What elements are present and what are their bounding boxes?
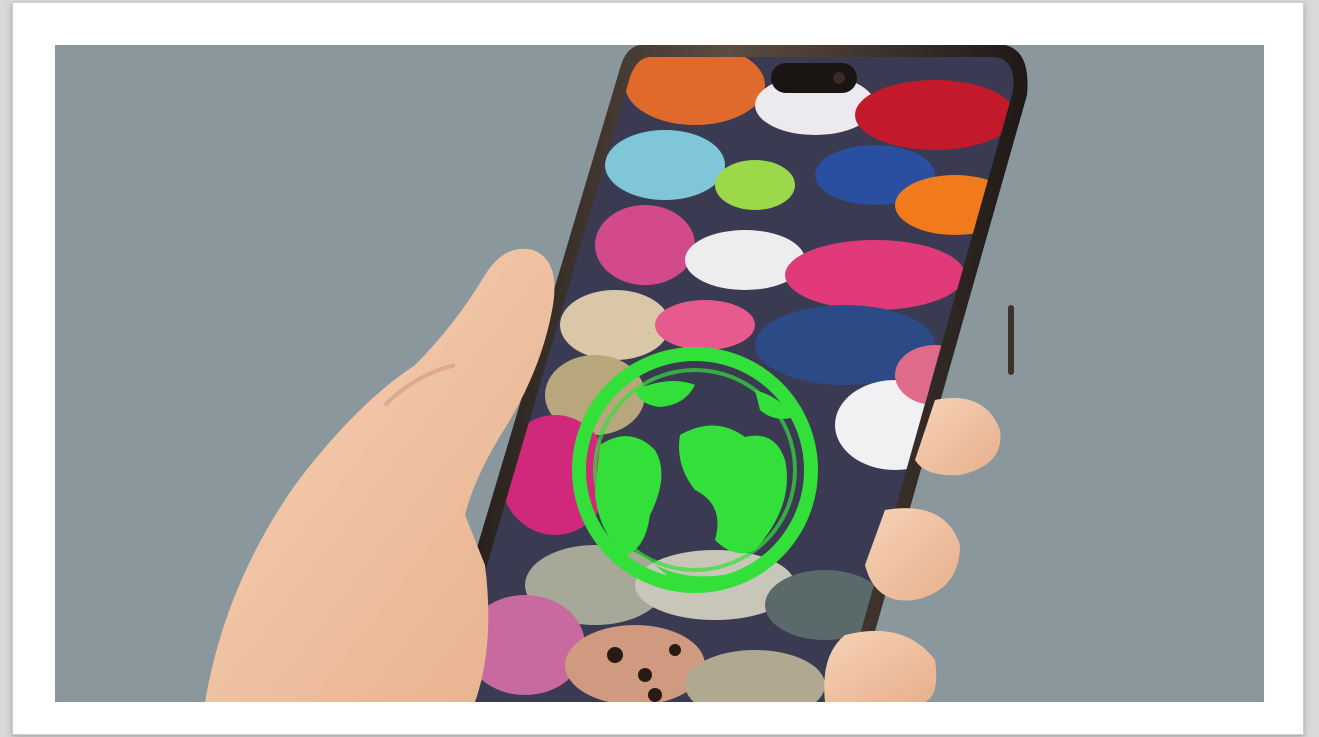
photo (55, 45, 1264, 702)
image-frame (12, 2, 1304, 735)
photo-illustration (55, 45, 1264, 702)
